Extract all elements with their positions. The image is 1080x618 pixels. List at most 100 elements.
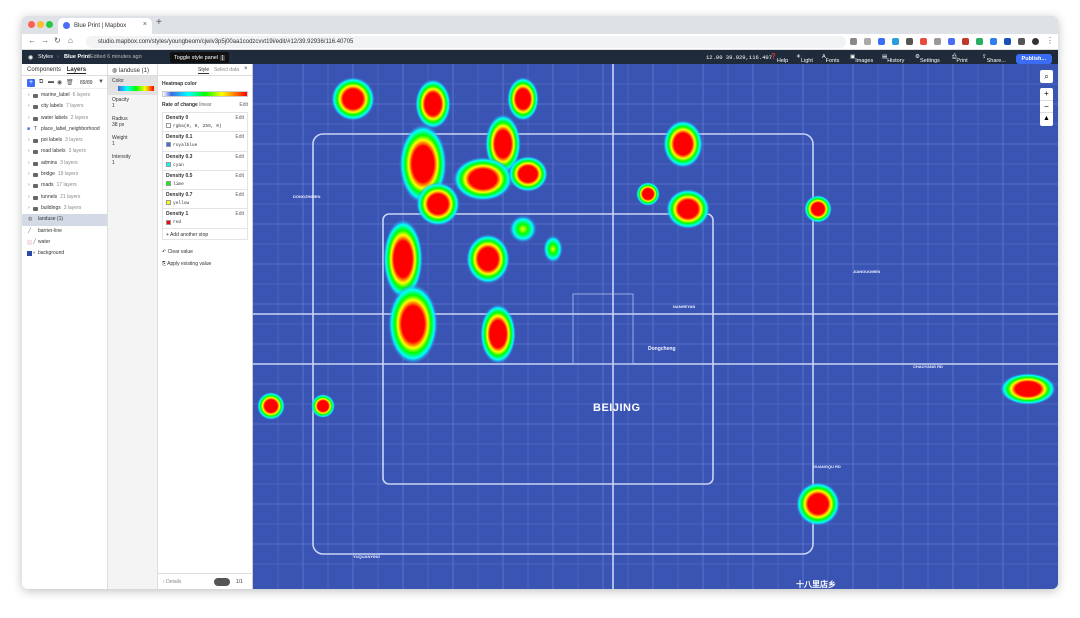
duplicate-icon[interactable]: ⧉ bbox=[39, 79, 43, 86]
layer-item[interactable]: ╱ barrier-line bbox=[22, 226, 107, 237]
back-icon[interactable]: ← bbox=[28, 36, 36, 45]
tab-layers[interactable]: Layers bbox=[66, 67, 87, 74]
images-menu[interactable]: ▣ Images bbox=[850, 54, 873, 64]
prop-opacity[interactable]: Opacity 1 bbox=[108, 95, 157, 114]
extension-icon[interactable] bbox=[920, 38, 927, 45]
gradient-slider[interactable] bbox=[162, 91, 248, 97]
layer-item[interactable]: › city labels 7 layers bbox=[22, 101, 107, 112]
apply-existing-button[interactable]: ⎘ Apply existing value bbox=[162, 261, 248, 267]
clear-value-button[interactable]: ↶ Clear value bbox=[162, 249, 248, 255]
prop-color[interactable]: Color bbox=[108, 76, 157, 95]
close-panel-icon[interactable]: × bbox=[244, 66, 248, 72]
chevron-right-icon[interactable]: › bbox=[28, 203, 30, 214]
compass-icon[interactable]: ▲ bbox=[1040, 112, 1053, 124]
maximize-window-icon[interactable] bbox=[46, 21, 53, 28]
help-menu[interactable]: ❓ Help bbox=[770, 54, 788, 64]
profile-avatar[interactable] bbox=[1032, 38, 1039, 45]
color-stop[interactable]: Density 1 Edit red bbox=[163, 208, 247, 227]
browser-menu-icon[interactable]: ⋮ bbox=[1046, 36, 1054, 45]
extension-icon[interactable] bbox=[976, 38, 983, 45]
color-stop[interactable]: Density 0.3 Edit cyan bbox=[163, 150, 247, 170]
extension-icon[interactable] bbox=[878, 38, 885, 45]
tab-style[interactable]: Style bbox=[198, 67, 210, 74]
color-stop[interactable]: Density 0.7 Edit yellow bbox=[163, 189, 247, 208]
extension-icon[interactable] bbox=[990, 38, 997, 45]
add-layer-button[interactable]: + bbox=[27, 79, 35, 87]
light-menu[interactable]: ☀ Light bbox=[796, 54, 813, 64]
prop-radius[interactable]: Radius 38 px bbox=[108, 114, 157, 133]
trash-icon[interactable]: 🗑 bbox=[66, 79, 74, 86]
map-canvas[interactable]: DONGZHIMEN NANHEYAN YUQUANYING JIANGUOME… bbox=[253, 64, 1058, 589]
reload-icon[interactable]: ↻ bbox=[54, 36, 61, 45]
map-search-icon[interactable]: ⌕ bbox=[1040, 70, 1053, 83]
fonts-menu[interactable]: A Fonts bbox=[822, 54, 839, 64]
color-stop[interactable]: Density 0 Edit rgba(0, 0, 255, 0) bbox=[163, 112, 247, 131]
publish-button[interactable]: Publish... bbox=[1015, 54, 1052, 64]
stop-edit-button[interactable]: Edit bbox=[235, 154, 244, 160]
zoom-out-icon[interactable]: − bbox=[1040, 100, 1053, 112]
rate-edit-button[interactable]: Edit bbox=[239, 102, 248, 108]
visibility-icon[interactable]: ◉ bbox=[57, 79, 62, 86]
color-stop[interactable]: Density 0.5 Edit lime bbox=[163, 169, 247, 189]
stop-edit-button[interactable]: Edit bbox=[235, 173, 244, 179]
chevron-right-icon[interactable]: › bbox=[28, 192, 30, 203]
new-tab-icon[interactable]: + bbox=[156, 17, 162, 28]
extension-icon[interactable] bbox=[892, 38, 899, 45]
filter-icon[interactable]: ▼ bbox=[98, 79, 104, 85]
minimize-window-icon[interactable] bbox=[37, 21, 44, 28]
prop-intensity[interactable]: Intensity 1 bbox=[108, 152, 157, 171]
styles-link[interactable]: Styles bbox=[38, 54, 53, 60]
layer-item[interactable]: ◐ background bbox=[22, 248, 107, 259]
share-menu[interactable]: ⇪ Share... bbox=[982, 54, 1006, 64]
settings-menu[interactable]: ⚙ Settings bbox=[915, 54, 940, 64]
extension-icon[interactable] bbox=[1018, 38, 1025, 45]
layer-item[interactable]: ◍ landuse (1) bbox=[22, 214, 107, 226]
mapbox-logo-icon[interactable]: ◉ bbox=[28, 54, 33, 61]
forward-icon[interactable]: → bbox=[41, 36, 49, 45]
chevron-right-icon[interactable]: › bbox=[28, 158, 30, 169]
chevron-right-icon[interactable]: › bbox=[28, 169, 30, 180]
extension-icon[interactable] bbox=[962, 38, 969, 45]
stop-edit-button[interactable]: Edit bbox=[235, 192, 244, 198]
close-window-icon[interactable] bbox=[28, 21, 35, 28]
extension-icon[interactable] bbox=[948, 38, 955, 45]
layer-item[interactable]: › tunnels 21 layers bbox=[22, 192, 107, 203]
layer-item[interactable]: › marine_label 6 layers bbox=[22, 90, 107, 101]
folder-icon[interactable]: ▬ bbox=[48, 79, 54, 85]
layer-item[interactable]: ■ Tplace_label_neighborhood bbox=[22, 124, 107, 135]
layer-item[interactable]: › bridge 19 layers bbox=[22, 169, 107, 180]
rate-of-change-row[interactable]: Rate of change linear Edit bbox=[162, 102, 248, 112]
extension-icon[interactable] bbox=[1004, 38, 1011, 45]
add-stop-button[interactable]: + Add another stop bbox=[162, 228, 248, 240]
stop-edit-button[interactable]: Edit bbox=[235, 211, 244, 217]
details-toggle[interactable]: › Details bbox=[163, 579, 181, 585]
color-stop[interactable]: Density 0.1 Edit royalblue bbox=[163, 131, 247, 150]
url-field[interactable]: studio.mapbox.com/styles/youngbeom/cjwiv… bbox=[86, 36, 846, 48]
tab-select-data[interactable]: Select data bbox=[214, 67, 239, 73]
extension-icon[interactable] bbox=[934, 38, 941, 45]
translate-icon[interactable] bbox=[850, 38, 857, 45]
chevron-right-icon[interactable]: › bbox=[28, 180, 30, 191]
print-menu[interactable]: ⎙ Print bbox=[952, 54, 968, 64]
stop-edit-button[interactable]: Edit bbox=[235, 115, 244, 121]
layer-item[interactable]: ╱ water bbox=[22, 237, 107, 248]
browser-tab[interactable]: Blue Print | Mapbox × bbox=[58, 18, 152, 34]
home-icon[interactable]: ⌂ bbox=[68, 36, 73, 45]
chevron-right-icon[interactable]: › bbox=[28, 146, 30, 157]
layer-item[interactable]: › poi labels 3 layers bbox=[22, 135, 107, 146]
layer-item[interactable]: › buildings 3 layers bbox=[22, 203, 107, 214]
style-name[interactable]: Blue Print bbox=[64, 54, 90, 60]
prop-weight[interactable]: Weight 1 bbox=[108, 133, 157, 152]
chevron-right-icon[interactable]: › bbox=[28, 113, 30, 124]
bookmark-star-icon[interactable] bbox=[864, 38, 871, 45]
layer-item[interactable]: › roads 17 layers bbox=[22, 180, 107, 191]
stop-edit-button[interactable]: Edit bbox=[235, 134, 244, 140]
close-tab-icon[interactable]: × bbox=[143, 21, 147, 28]
extension-icon[interactable] bbox=[906, 38, 913, 45]
tab-components[interactable]: Components bbox=[27, 67, 61, 73]
view-toggle[interactable] bbox=[214, 578, 230, 586]
chevron-right-icon[interactable]: › bbox=[28, 101, 30, 112]
chevron-right-icon[interactable]: › bbox=[28, 135, 30, 146]
history-menu[interactable]: ▤ History bbox=[882, 54, 904, 64]
chevron-right-icon[interactable]: › bbox=[28, 90, 30, 101]
